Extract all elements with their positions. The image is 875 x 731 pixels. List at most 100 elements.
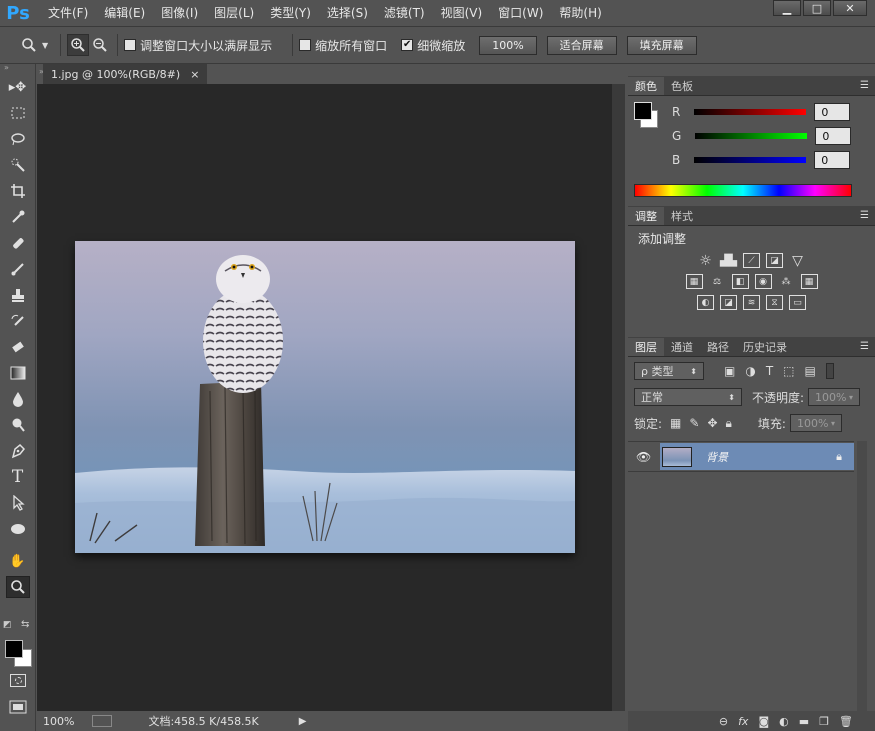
lock-all-icon[interactable]: 🔒︎ (726, 416, 732, 431)
preset-dropdown-arrow-icon[interactable]: ▼ (42, 41, 48, 50)
maximize-button[interactable]: □ (803, 0, 831, 16)
color-lookup-icon[interactable]: ▦ (800, 274, 818, 289)
menu-help[interactable]: 帮助(H) (551, 0, 609, 26)
layers-scrollbar[interactable] (857, 441, 867, 731)
menu-edit[interactable]: 编辑(E) (96, 0, 153, 26)
menu-image[interactable]: 图像(I) (153, 0, 206, 26)
fx-icon[interactable]: fx (738, 715, 748, 728)
image-canvas[interactable] (75, 241, 575, 553)
eyedropper-tool-icon[interactable] (6, 206, 30, 228)
screen-mode-icon[interactable] (9, 700, 27, 714)
selective-color-icon[interactable]: ▭ (789, 295, 806, 310)
panel-menu-icon[interactable]: ☰ (860, 210, 869, 221)
tab-swatches[interactable]: 色板 (664, 77, 700, 95)
new-layer-icon[interactable]: ❐ (819, 715, 829, 728)
tab-channels[interactable]: 通道 (664, 338, 700, 356)
opacity-input[interactable]: 100% ▾ (808, 388, 861, 406)
filter-toggle[interactable] (825, 363, 834, 379)
blend-mode-select[interactable]: 正常 ⬍ (634, 388, 742, 406)
tab-color[interactable]: 颜色 (628, 77, 664, 95)
menu-window[interactable]: 窗口(W) (490, 0, 551, 26)
selected-layer[interactable]: 背景 🔒︎ (660, 443, 854, 470)
collapse-arrows-icon[interactable]: » (0, 64, 35, 72)
lock-pixels-icon[interactable]: ✎ (689, 416, 699, 430)
menu-layer[interactable]: 图层(L) (206, 0, 262, 26)
delete-layer-icon[interactable]: 🗑︎ (839, 715, 853, 728)
hand-tool-icon[interactable]: ✋ (6, 550, 30, 572)
b-slider[interactable] (694, 157, 807, 163)
scrubby-zoom-checkbox[interactable]: ✔ 细微缩放 (401, 37, 465, 54)
panel-menu-icon[interactable]: ☰ (860, 80, 869, 91)
vibrance-icon[interactable]: ▽ (789, 253, 806, 269)
tab-history[interactable]: 历史记录 (736, 338, 794, 356)
exposure-icon[interactable]: ◪ (766, 253, 783, 268)
pen-tool-icon[interactable] (6, 440, 30, 462)
gradient-map-icon[interactable]: ⧖ (766, 295, 783, 310)
pixel-filter-icon[interactable]: ▣ (724, 364, 735, 378)
status-menu-arrow-icon[interactable]: ▶ (299, 716, 307, 727)
tab-styles[interactable]: 样式 (664, 207, 700, 225)
eraser-tool-icon[interactable] (6, 336, 30, 358)
menu-file[interactable]: 文件(F) (40, 0, 96, 26)
brush-tool-icon[interactable] (6, 258, 30, 280)
path-selection-tool-icon[interactable] (6, 492, 30, 514)
zoom-in-icon[interactable] (67, 34, 90, 56)
new-group-icon[interactable]: ▬ (799, 715, 809, 728)
vertical-scrollbar[interactable] (612, 84, 625, 711)
link-layers-icon[interactable]: ⊖ (719, 715, 728, 728)
new-adjustment-icon[interactable]: ◐ (779, 715, 789, 728)
tab-layers[interactable]: 图层 (628, 338, 664, 356)
adjustment-filter-icon[interactable]: ◑ (745, 364, 755, 378)
menu-type[interactable]: 类型(Y) (262, 0, 319, 26)
tab-paths[interactable]: 路径 (700, 338, 736, 356)
curves-icon[interactable]: ⟋ (743, 253, 760, 268)
checkbox-unchecked[interactable] (299, 39, 312, 51)
layer-name[interactable]: 背景 (706, 449, 728, 465)
channel-mixer-icon[interactable]: ⁂ (778, 274, 795, 289)
fit-screen-button[interactable]: 适合屏幕 (546, 35, 617, 55)
r-slider[interactable] (694, 109, 807, 115)
clone-stamp-tool-icon[interactable] (6, 284, 30, 306)
healing-brush-tool-icon[interactable] (6, 232, 30, 254)
menu-select[interactable]: 选择(S) (319, 0, 376, 26)
history-brush-tool-icon[interactable] (6, 310, 30, 332)
marquee-tool-icon[interactable] (6, 102, 30, 124)
close-button[interactable]: ✕ (833, 0, 867, 16)
shape-filter-icon[interactable]: ⬚ (783, 364, 794, 378)
photo-filter-icon[interactable]: ◉ (754, 274, 772, 289)
fill-screen-button[interactable]: 填充屏幕 (626, 35, 697, 55)
lasso-tool-icon[interactable] (6, 128, 30, 150)
visibility-eye-icon[interactable]: 👁︎ (636, 450, 651, 464)
quick-selection-tool-icon[interactable] (6, 154, 30, 176)
foreground-color-swatch[interactable] (634, 102, 652, 120)
r-input[interactable]: 0 (814, 103, 851, 121)
crop-tool-icon[interactable] (6, 180, 30, 202)
menu-view[interactable]: 视图(V) (433, 0, 491, 26)
type-filter-icon[interactable]: T (766, 364, 773, 378)
quick-mask-icon[interactable] (10, 674, 26, 687)
zoom-100-button[interactable]: 100% (479, 35, 537, 55)
swap-colors-icon[interactable]: ⇆ (21, 619, 29, 630)
levels-icon[interactable]: ▟▙ (720, 253, 737, 268)
layer-kind-filter[interactable]: ρ 类型 ⬍ (634, 362, 704, 380)
panel-menu-icon[interactable]: ☰ (860, 341, 869, 352)
g-input[interactable]: 0 (815, 127, 852, 145)
lock-transparent-icon[interactable]: ▦ (670, 416, 681, 430)
tab-adjustments[interactable]: 调整 (628, 207, 664, 225)
g-slider[interactable] (695, 133, 808, 139)
add-mask-icon[interactable]: ◙ (758, 715, 769, 728)
menu-filter[interactable]: 滤镜(T) (376, 0, 433, 26)
document-tab[interactable]: 1.jpg @ 100%(RGB/8#) × (43, 64, 208, 84)
foreground-color-swatch[interactable] (5, 640, 23, 658)
fill-input[interactable]: 100% ▾ (789, 414, 842, 432)
dodge-tool-icon[interactable] (6, 414, 30, 436)
color-balance-icon[interactable]: ⚖ (709, 274, 726, 289)
zoom-tool-preset-icon[interactable] (18, 34, 40, 56)
type-tool-icon[interactable]: T (6, 466, 30, 488)
zoom-level[interactable]: 100% (43, 715, 74, 728)
close-tab-icon[interactable]: × (190, 68, 199, 81)
blur-tool-icon[interactable] (6, 388, 30, 410)
check-icon[interactable]: ✔ (401, 39, 414, 51)
gradient-tool-icon[interactable] (6, 362, 30, 384)
black-white-icon[interactable]: ◧ (731, 274, 749, 289)
